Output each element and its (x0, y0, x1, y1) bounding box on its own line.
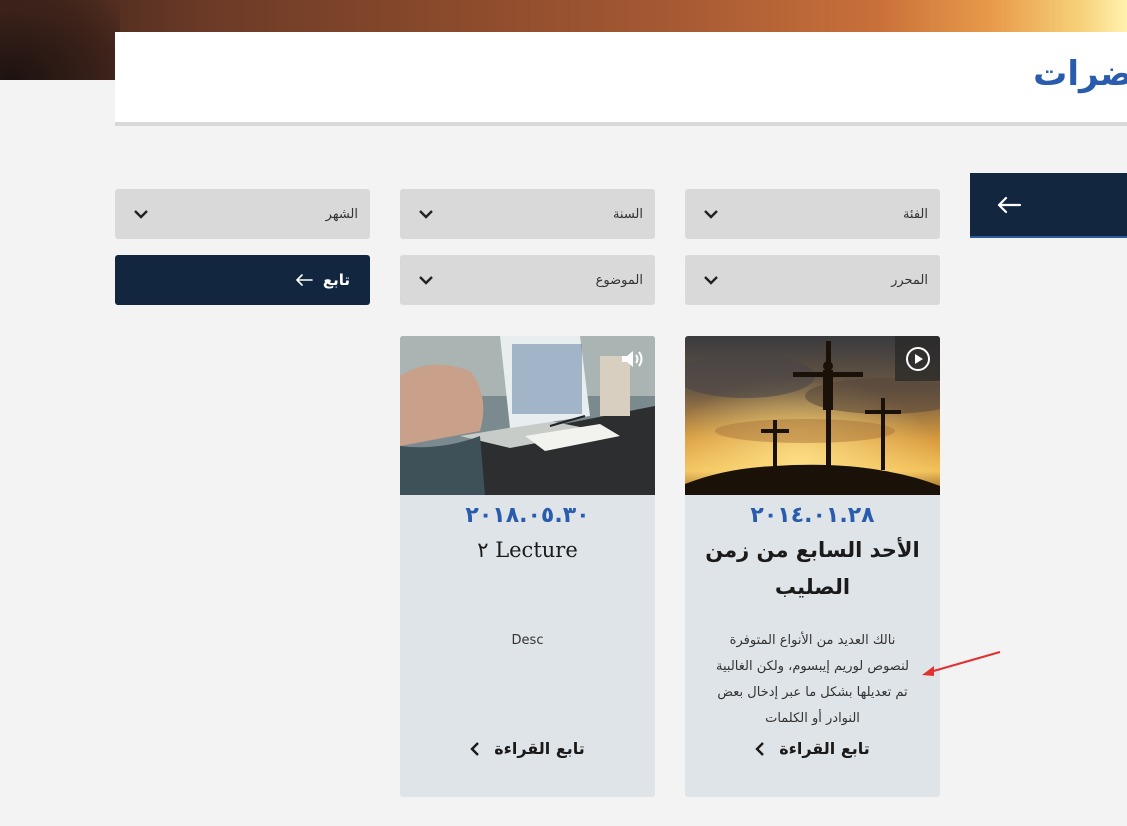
follow-button[interactable]: تابع (115, 255, 370, 305)
chevron-down-icon (419, 210, 433, 219)
follow-button-label: تابع (322, 271, 350, 289)
category-select-label: الفئة (902, 206, 928, 222)
read-more-link[interactable]: تابع القراءة (400, 739, 655, 758)
card-description: نالك العديد من الأنواع المتوفرة لنصوص لو… (716, 633, 909, 726)
card-description: Desc (511, 633, 544, 648)
chevron-down-icon (419, 276, 433, 285)
lecture-card[interactable]: ٢٠١٨.٠٥.٣٠ Lecture ٢ Desc تابع القراءة (400, 336, 655, 797)
read-more-link[interactable]: تابع القراءة (685, 739, 940, 758)
topic-select-label: الموضوع (595, 272, 643, 288)
arrow-left-icon (296, 274, 313, 286)
month-select-label: الشهر (325, 206, 358, 222)
annotation-arrow (922, 651, 1001, 676)
card-date: ٢٠١٤.٠١.٢٨ (750, 503, 875, 528)
card-image (685, 336, 940, 495)
editor-select[interactable]: المحرر (685, 255, 940, 305)
play-badge[interactable] (895, 336, 940, 381)
read-more-label: تابع القراءة (494, 739, 585, 758)
month-select[interactable]: الشهر (115, 189, 370, 239)
topic-select[interactable]: الموضوع (400, 255, 655, 305)
card-image (400, 336, 655, 495)
year-select[interactable]: السنة (400, 189, 655, 239)
chevron-left-icon (755, 741, 765, 756)
audio-badge[interactable] (610, 336, 655, 381)
year-select-label: السنة (612, 206, 643, 222)
chevron-left-icon (470, 741, 480, 756)
category-select[interactable]: الفئة (685, 189, 940, 239)
page-title-panel: ضرات (115, 32, 1127, 126)
play-icon (905, 346, 930, 371)
editor-select-label: المحرر (891, 272, 928, 288)
arrow-left-icon (997, 196, 1022, 213)
back-nav-button[interactable] (970, 173, 1127, 238)
lecture-card[interactable]: ٢٠١٤.٠١.٢٨ الأحد السابع من زمن الصليب نا… (685, 336, 940, 797)
card-date: ٢٠١٨.٠٥.٣٠ (465, 503, 590, 528)
card-title[interactable]: الأحد السابع من زمن الصليب (685, 532, 940, 606)
speaker-icon (621, 350, 642, 367)
chevron-down-icon (134, 210, 148, 219)
hero-shadow (0, 0, 120, 80)
card-title[interactable]: Lecture ٢ (400, 532, 655, 569)
read-more-label: تابع القراءة (779, 739, 870, 758)
chevron-down-icon (704, 276, 718, 285)
page-title: ضرات (1033, 54, 1127, 94)
chevron-down-icon (704, 210, 718, 219)
